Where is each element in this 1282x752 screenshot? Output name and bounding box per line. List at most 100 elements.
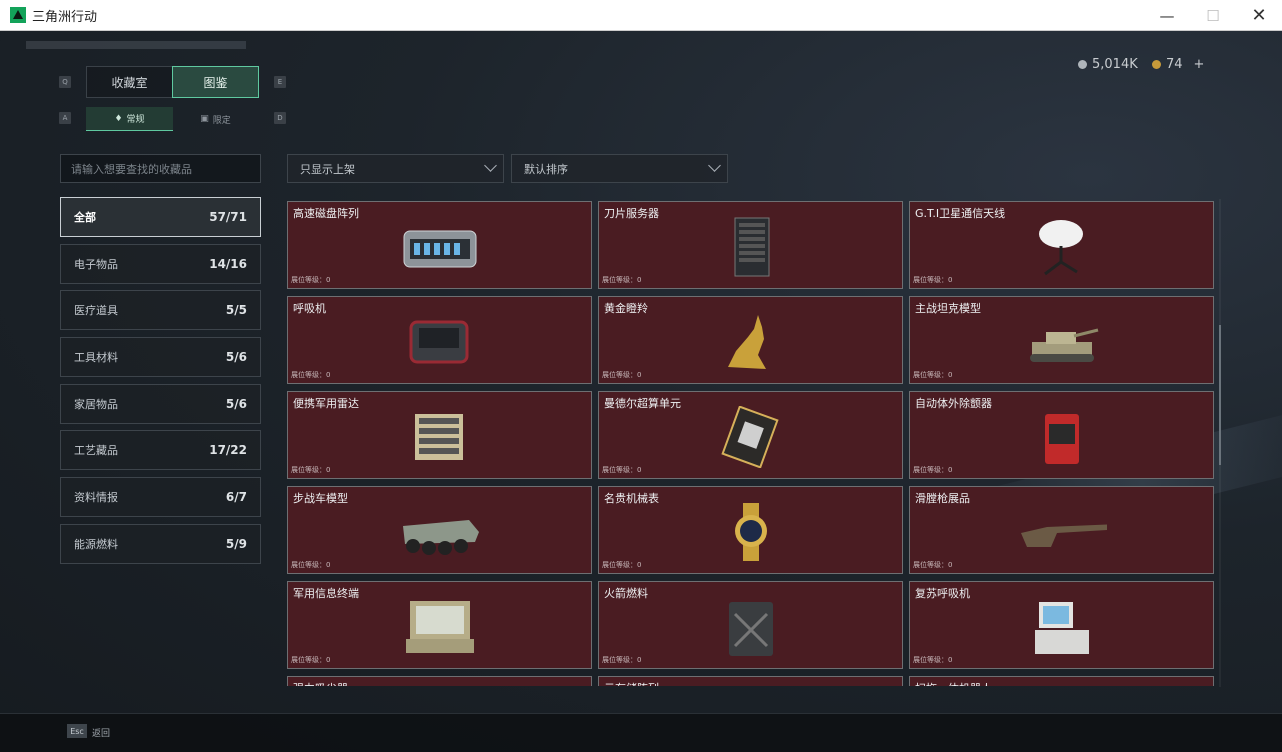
category-item[interactable]: 资料情报 6/7 (60, 477, 261, 517)
tab-collection-room[interactable]: 收藏室 (86, 66, 173, 98)
category-item[interactable]: 医疗道具 5/5 (60, 290, 261, 330)
sort-dropdown[interactable]: 默认排序 (511, 154, 728, 183)
collectible-card[interactable]: 主战坦克模型 展位等级：0 (909, 296, 1214, 384)
minimize-button[interactable]: — (1144, 0, 1190, 31)
silver-currency: 5,014K (1078, 57, 1138, 72)
category-name: 资料情报 (74, 491, 118, 504)
musket-icon (1017, 499, 1107, 565)
key-hint-d: D (274, 112, 286, 124)
collectible-name: 强力吸尘器 (293, 680, 348, 686)
category-item[interactable]: 家居物品 5/6 (60, 384, 261, 424)
booth-level: 展位等级：0 (913, 466, 953, 474)
collectible-name: 复苏呼吸机 (915, 587, 970, 600)
close-button[interactable]: ✕ (1236, 0, 1282, 31)
blade-server-icon (706, 214, 796, 280)
disk-array-icon (395, 214, 485, 280)
collectible-card[interactable]: 曼德尔超算单元展位等级：0 (598, 391, 903, 479)
collectible-card[interactable]: 云存储阵列展位等级：0 (598, 676, 903, 686)
collectible-card[interactable]: 火箭燃料 展位等级：0 (598, 581, 903, 669)
collectible-name: 名贵机械表 (604, 492, 659, 505)
category-count: 5/9 (225, 537, 247, 551)
tank-model-icon (1017, 309, 1107, 375)
back-label[interactable]: 返回 (92, 726, 110, 739)
collectible-name: 呼吸机 (293, 302, 326, 315)
add-currency-button[interactable]: + (1194, 57, 1205, 72)
booth-level: 展位等级：0 (602, 371, 642, 379)
collectible-card[interactable]: 高速磁盘阵列展位等级：0 (287, 201, 592, 289)
chevron-down-icon (708, 159, 721, 172)
category-count: 5/6 (225, 397, 247, 411)
category-name: 工具材料 (74, 351, 118, 364)
booth-level: 展位等级：0 (913, 276, 953, 284)
category-name: 电子物品 (74, 258, 118, 271)
collectible-card[interactable]: 复苏呼吸机展位等级：0 (909, 581, 1214, 669)
booth-level: 展位等级：0 (913, 371, 953, 379)
booth-level: 展位等级：0 (602, 466, 642, 474)
category-count: 5/6 (225, 350, 247, 364)
category-name: 工艺藏品 (74, 444, 118, 457)
collectible-card[interactable]: G.T.I卫星通信天线展位等级：0 (909, 201, 1214, 289)
booth-level: 展位等级：0 (291, 276, 331, 284)
key-hint-q: Q (59, 76, 71, 88)
subtab-regular-label: 常规 (126, 115, 145, 125)
gold-amount: 74 (1166, 57, 1183, 72)
collectible-name: 军用信息终端 (293, 587, 359, 600)
esc-key-hint[interactable]: Esc (67, 724, 87, 738)
booth-level: 展位等级：0 (913, 561, 953, 569)
gold-coin-icon (1152, 60, 1161, 69)
collectible-name: 曼德尔超算单元 (604, 397, 681, 410)
display-filter-dropdown[interactable]: 只显示上架 (287, 154, 504, 183)
satellite-dish-icon (1017, 214, 1107, 280)
portable-radar-icon (395, 404, 485, 470)
supercomputer-unit-icon (706, 404, 796, 470)
military-terminal-icon (395, 594, 485, 660)
search-input[interactable]: 请输入想要查找的收藏品 (60, 154, 261, 183)
subtab-regular[interactable]: ♦ 常规 (86, 107, 173, 131)
category-count: 14/16 (209, 257, 247, 271)
key-hint-a: A (59, 112, 71, 124)
collectible-card[interactable]: 强力吸尘器展位等级：0 (287, 676, 592, 686)
gold-watch-icon (706, 499, 796, 565)
collectible-name: 滑膛枪展品 (915, 492, 970, 505)
tab-catalog[interactable]: 图鉴 (172, 66, 259, 98)
category-item[interactable]: 工具材料 5/6 (60, 337, 261, 377)
category-name: 全部 (74, 211, 96, 224)
booth-level: 展位等级：0 (291, 656, 331, 664)
window-title: 三角洲行动 (32, 9, 98, 25)
bottom-bar (0, 713, 1282, 752)
booth-level: 展位等级：0 (291, 561, 331, 569)
subtab-limited[interactable]: ▣ 限定 (172, 107, 259, 131)
collectible-card[interactable]: 步战车模型 展位等级：0 (287, 486, 592, 574)
category-count: 17/22 (209, 443, 247, 457)
collectible-card[interactable]: 滑膛枪展品展位等级：0 (909, 486, 1214, 574)
sort-value: 默认排序 (524, 162, 568, 176)
collectible-name: G.T.I卫星通信天线 (915, 207, 1006, 220)
collectible-name: 高速磁盘阵列 (293, 207, 359, 220)
collectible-card[interactable]: 名贵机械表展位等级：0 (598, 486, 903, 574)
category-item[interactable]: 全部 57/71 (60, 197, 261, 237)
collectible-card[interactable]: 军用信息终端展位等级：0 (287, 581, 592, 669)
collectible-name: 黄金瞪羚 (604, 302, 648, 315)
maximize-button[interactable]: ☐ (1190, 0, 1236, 31)
category-count: 5/5 (225, 303, 247, 317)
display-filter-value: 只显示上架 (300, 162, 355, 176)
collectible-card[interactable]: 便携军用雷达 展位等级：0 (287, 391, 592, 479)
category-item[interactable]: 能源燃料 5/9 (60, 524, 261, 564)
delta-force-logo-icon (10, 7, 26, 23)
collectible-card[interactable]: 呼吸机 展位等级：0 (287, 296, 592, 384)
collectible-card[interactable]: 黄金瞪羚展位等级：0 (598, 296, 903, 384)
category-item[interactable]: 工艺藏品 17/22 (60, 430, 261, 470)
collectible-card[interactable]: 自动体外除颤器 展位等级：0 (909, 391, 1214, 479)
subtab-limited-label: 限定 (212, 115, 231, 126)
collectible-card[interactable]: 刀片服务器 展位等级：0 (598, 201, 903, 289)
booth-level: 展位等级：0 (913, 656, 953, 664)
booth-level: 展位等级：0 (602, 561, 642, 569)
window-titlebar: 三角洲行动 — ☐ ✕ (0, 0, 1282, 31)
collectible-card[interactable]: 扫拖一体机器人展位等级：0 (909, 676, 1214, 686)
chevron-down-icon (484, 159, 497, 172)
collectible-name: 刀片服务器 (604, 207, 659, 220)
scrollbar-thumb[interactable] (1219, 325, 1221, 465)
category-item[interactable]: 电子物品 14/16 (60, 244, 261, 284)
key-hint-e: E (274, 76, 286, 88)
ventilator-icon (395, 309, 485, 375)
